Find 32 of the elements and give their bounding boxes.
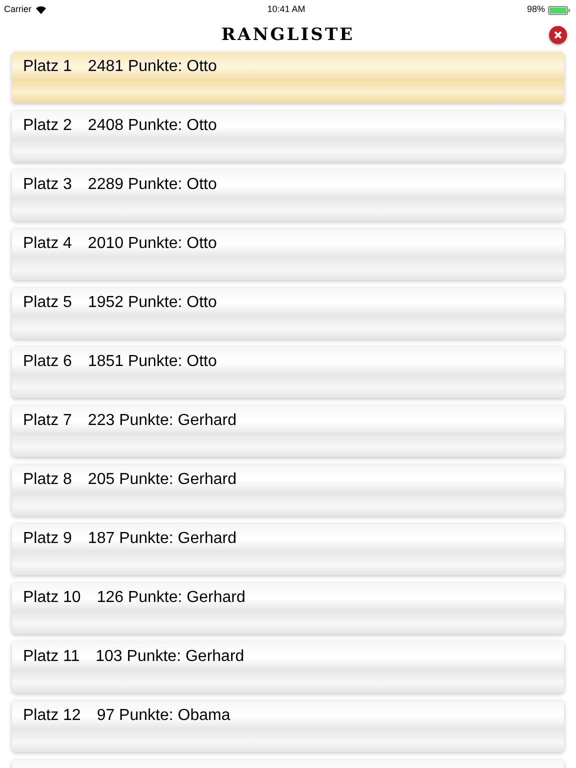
rank-label: Platz 6 bbox=[23, 352, 72, 372]
close-button[interactable] bbox=[549, 26, 567, 44]
score-label: 205 Punkte: Gerhard bbox=[88, 470, 236, 490]
rank-label: Platz 7 bbox=[23, 411, 72, 431]
score-label: 126 Punkte: Gerhard bbox=[96, 588, 246, 608]
score-label: 2010 Punkte: Otto bbox=[88, 234, 217, 254]
rank-label: Platz 12 bbox=[23, 706, 81, 726]
rank-label: Platz 3 bbox=[23, 175, 72, 195]
battery-percent: 98% bbox=[526, 3, 545, 16]
score-label: 97 Punkte: Obama bbox=[96, 706, 230, 726]
rank-label: Platz 1 bbox=[23, 57, 72, 77]
score-label: 1952 Punkte: Otto bbox=[88, 293, 217, 313]
page-title: RANGLISTE bbox=[221, 24, 355, 48]
carrier-label: Carrier bbox=[4, 3, 32, 16]
score-label: 2481 Punkte: Otto bbox=[88, 57, 217, 77]
close-icon bbox=[554, 31, 562, 39]
rank-label: Platz 2 bbox=[23, 116, 72, 136]
wifi-icon bbox=[36, 6, 46, 14]
rank-label: Platz 9 bbox=[23, 529, 72, 549]
score-label: 103 Punkte: Gerhard bbox=[96, 647, 244, 667]
score-label: 223 Punkte: Gerhard bbox=[88, 411, 236, 431]
battery-icon bbox=[548, 6, 572, 14]
rank-label: Platz 10 bbox=[23, 588, 81, 608]
status-time: 10:41 AM bbox=[267, 3, 306, 16]
rank-label: Platz 4 bbox=[23, 234, 72, 254]
score-label: 187 Punkte: Gerhard bbox=[88, 529, 236, 549]
score-label: 1851 Punkte: Otto bbox=[88, 352, 217, 372]
score-label: 2289 Punkte: Otto bbox=[88, 175, 217, 195]
rank-label: Platz 8 bbox=[23, 470, 72, 490]
rank-label: Platz 5 bbox=[23, 293, 72, 313]
score-label: 2408 Punkte: Otto bbox=[88, 116, 217, 136]
rank-label: Platz 11 bbox=[23, 647, 80, 667]
